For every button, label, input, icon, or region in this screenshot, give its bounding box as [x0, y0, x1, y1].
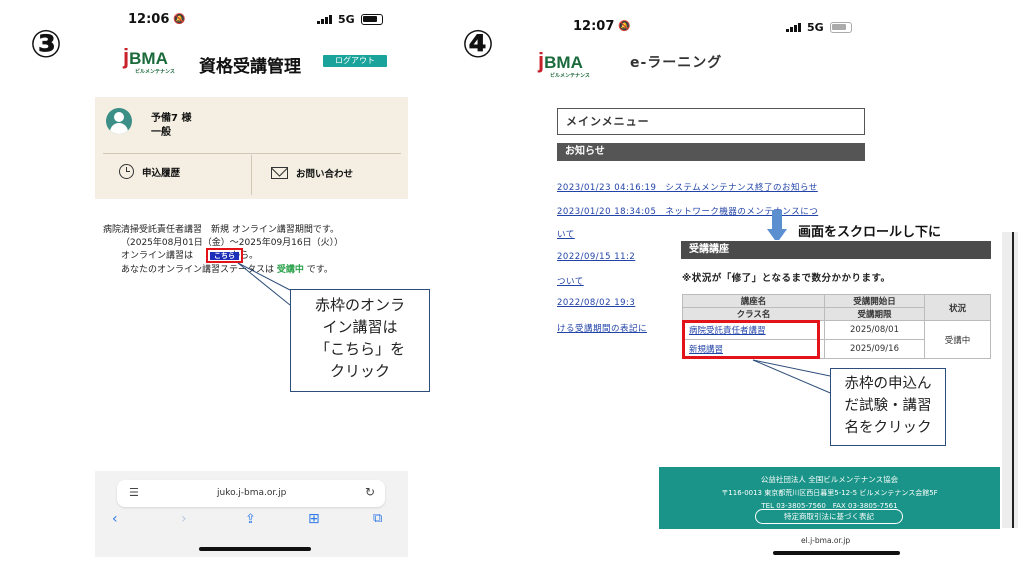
- td-start-date: 2025/08/01: [824, 320, 925, 340]
- share-icon[interactable]: ⇪: [245, 512, 256, 527]
- status-bar-left-2: 12:07 🔕: [573, 19, 631, 34]
- divider-vertical: [251, 155, 252, 195]
- bell-muted-icon: 🔕: [173, 14, 186, 25]
- browser-toolbar: ☰ juko.j-bma.or.jp ↻ ‹ › ⇪ ⊞ ⧉: [95, 471, 408, 557]
- logo-text: BMA: [129, 49, 168, 68]
- user-panel: 予備7 様 一般 申込履歴 お問い合わせ: [95, 97, 408, 199]
- status-bar-right-2: 5G: [786, 21, 852, 34]
- home-indicator-2: [773, 551, 900, 555]
- contact-label: お問い合わせ: [296, 169, 354, 180]
- jbma-logo: jBMA ビルメンテナンス: [123, 44, 183, 75]
- main-menu-header: メインメニュー: [557, 108, 865, 135]
- callout1-line3: 「こちら」を: [314, 340, 405, 358]
- user-name: 予備7 様: [151, 113, 192, 124]
- scroll-thumb[interactable]: [1012, 232, 1014, 528]
- contact-menu-item[interactable]: お問い合わせ: [271, 166, 353, 180]
- news-item-1[interactable]: 2023/01/23 04:16:19 システムメンテナンス終了のお知らせ: [557, 181, 818, 193]
- status-bar-right: 5G: [317, 13, 383, 26]
- th-class-name: クラス名: [682, 307, 825, 321]
- url-text-2: el.j-bma.or.jp: [801, 536, 851, 545]
- user-avatar-icon: [106, 108, 132, 134]
- forward-icon[interactable]: ›: [181, 511, 187, 527]
- callout-box-2: 赤枠の申込ん だ試験・講習 名をクリック: [830, 368, 946, 446]
- step-number-3: ③: [30, 22, 63, 66]
- news-item-2-cont[interactable]: いて: [557, 228, 575, 240]
- status-note: ※状況が「修了」となるまで数分かかります。: [682, 273, 891, 284]
- site-footer: 公益社団法人 全国ビルメンテナンス協会 〒116-0013 東京都荒川区西日暮里…: [659, 467, 1000, 529]
- url-text: juko.j-bma.or.jp: [217, 488, 287, 498]
- news-item-3[interactable]: 2022/09/15 11:2: [557, 252, 635, 262]
- down-arrow-icon: [767, 210, 787, 243]
- network-label: 5G: [338, 13, 355, 26]
- mail-icon: [271, 167, 288, 179]
- tabs-icon[interactable]: ⧉: [373, 511, 382, 526]
- callout1-line4: クリック: [329, 362, 390, 380]
- signal-icon: [317, 15, 332, 24]
- page-menu-icon[interactable]: ☰: [129, 486, 139, 499]
- course-panel-header: 受講講座: [681, 241, 991, 259]
- history-menu-item[interactable]: 申込履歴: [119, 164, 180, 179]
- callout2-line1: 赤枠の申込ん: [844, 376, 932, 392]
- callout1-line2: イン講習は: [322, 318, 398, 336]
- user-type: 一般: [151, 127, 171, 138]
- td-status: 受講中: [924, 320, 991, 359]
- scroll-instruction: 画面をスクロールし下に: [798, 225, 942, 240]
- status-bar-left: 12:06 🔕: [128, 12, 186, 27]
- course-period-text: 病院清掃受託責任者講習 新規 オンライン講習期間です。: [103, 225, 339, 235]
- jbma-logo-2: jBMA ビルメンテナンス: [538, 48, 598, 79]
- step-number-4: ④: [462, 22, 495, 66]
- divider: [103, 153, 401, 154]
- course-highlight-frame: [682, 320, 820, 359]
- th-status: 状況: [924, 294, 991, 321]
- th-course-name: 講座名: [682, 294, 825, 308]
- callout2-line3: 名をクリック: [844, 420, 932, 436]
- callout1-line1: 赤枠のオンラ: [314, 296, 405, 314]
- page-title: 資格受講管理: [199, 57, 301, 77]
- scroll-track[interactable]: [1002, 232, 1018, 528]
- network-label-2: 5G: [807, 21, 824, 34]
- status-time: 12:06: [128, 12, 170, 27]
- logo-subtext: ビルメンテナンス: [135, 69, 175, 75]
- battery-icon: [360, 14, 383, 25]
- status-time-2: 12:07: [573, 19, 615, 34]
- tokutei-link-button[interactable]: 特定商取引法に基づく表記: [755, 509, 903, 524]
- news-item-4[interactable]: 2022/08/02 19:3: [557, 298, 635, 308]
- online-course-prefix: オンライン講習は: [121, 251, 194, 261]
- th-start-date: 受講開始日: [824, 294, 925, 308]
- home-indicator: [199, 547, 311, 551]
- th-deadline: 受講期限: [824, 307, 925, 321]
- callout2-line2: だ試験・講習: [844, 398, 932, 414]
- reload-icon[interactable]: ↻: [365, 485, 375, 499]
- callout-box-1: 赤枠のオンラ イン講習は 「こちら」を クリック: [290, 289, 430, 392]
- logout-button[interactable]: ログアウト: [323, 55, 387, 67]
- news-header: お知らせ: [557, 143, 865, 161]
- back-icon[interactable]: ‹: [112, 511, 118, 527]
- footer-org: 公益社団法人 全国ビルメンテナンス協会: [760, 475, 899, 484]
- bell-muted-icon-2: 🔕: [618, 21, 631, 32]
- history-label: 申込履歴: [142, 167, 181, 179]
- news-item-4-cont[interactable]: ける受講期間の表記に: [557, 322, 647, 334]
- logo-text-2: BMA: [544, 53, 583, 72]
- signal-icon-2: [786, 23, 801, 32]
- bookmarks-icon[interactable]: ⊞: [308, 511, 320, 527]
- url-bar[interactable]: ☰ juko.j-bma.or.jp ↻: [117, 480, 385, 507]
- battery-icon-2: [829, 22, 852, 33]
- footer-address: 〒116-0013 東京都荒川区西日暮里5-12-5 ビルメンテナンス会館5F: [721, 489, 938, 497]
- elearning-title: e-ラーニング: [630, 55, 723, 71]
- clock-icon: [119, 164, 134, 179]
- news-item-3-cont[interactable]: ついて: [557, 275, 584, 287]
- logo-subtext-2: ビルメンテナンス: [550, 73, 590, 79]
- status-suffix: です。: [306, 265, 333, 275]
